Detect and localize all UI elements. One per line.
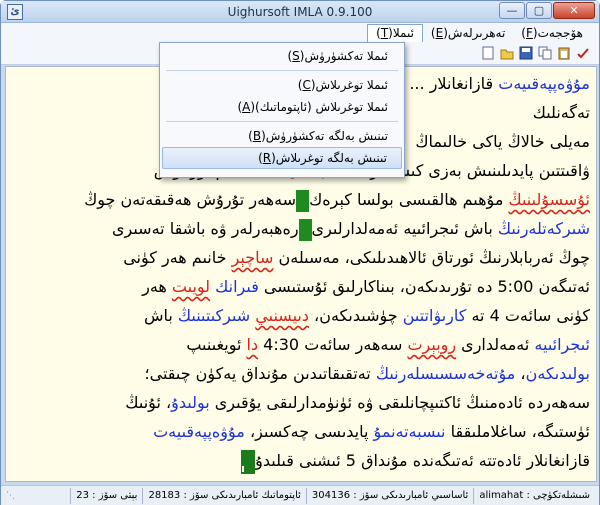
- menu-file-key: F: [525, 26, 533, 40]
- text-run: سەھەر سائەت 4:30: [258, 335, 408, 354]
- text-run: كۈنى سائەت 4 تە: [466, 306, 590, 325]
- dropdown-item-label: ئىملا توغرىلاش: [315, 78, 388, 92]
- highlighted-word[interactable]: كارىۋاتتىن: [403, 306, 467, 325]
- misspelled-word[interactable]: ئۇسسۇلىنىڭ: [508, 190, 590, 209]
- status-main-dict: ئاساسىي ئامبارىدىكى سۆز : 304136: [305, 487, 473, 504]
- text-run: ئۈستىگە، ساغلاملىققا: [445, 422, 590, 441]
- text-run: باش: [143, 306, 178, 325]
- text-run: تەگەنلىك: [532, 103, 590, 122]
- menu-file[interactable]: ھۆججەت(F): [513, 24, 591, 42]
- highlighted-word[interactable]: شىركەتلەرنىڭ: [498, 219, 590, 238]
- text-run: باش ئىجرائىيە ئەمەلدارلىرى: [311, 219, 498, 238]
- status-user: شىشلەتكۈچى : alimahat: [473, 487, 595, 504]
- text-run: ئەتىگەن 5:00 دە تۇرىدىكەن، بىناكارلىق ئۇ…: [258, 277, 590, 296]
- open-folder-icon[interactable]: [499, 45, 515, 61]
- dropdown-item-label: تىنىش بەلگە تەكشۈرۈش: [265, 129, 388, 143]
- window-controls: — ▢ ✕: [499, 2, 595, 19]
- paste-icon[interactable]: [556, 45, 572, 61]
- text-run: پايدىسى چەكسىز،: [244, 422, 374, 441]
- text-run: ئەمەلدارى: [456, 335, 535, 354]
- text-run: قازانغانلار ...: [409, 74, 499, 93]
- punctuation-marker[interactable]: [298, 218, 312, 241]
- text-run: قازانغانلار ئادەتتە ئەتىگەندە مۇنداق 5 ئ…: [255, 451, 590, 470]
- spelling-menu-dropdown: ئىملا تەكشۈرۈش(S) ئىملا توغرىلاش(C) ئىملا …: [159, 42, 405, 178]
- status-page-words: بېتى سۆز : 23: [70, 487, 142, 504]
- close-button[interactable]: ✕: [553, 2, 595, 19]
- status-auto-dict-label: ئاپتوماتىك ئامبارىدىكى سۆز: [190, 489, 301, 501]
- highlighted-word[interactable]: مۇۋەپپەقىيەت: [153, 422, 245, 441]
- text-run: چۈشىدىكەن،: [308, 306, 403, 325]
- menu-file-label: ھۆججەت: [537, 26, 583, 40]
- status-main-dict-value: 304136: [311, 489, 351, 501]
- dropdown-item-key: A: [242, 100, 251, 114]
- menu-spelling-key: T: [380, 26, 389, 40]
- highlighted-word[interactable]: مۇتەخەسسىسلەرنىڭ: [376, 364, 515, 383]
- minimize-button[interactable]: —: [499, 2, 525, 19]
- maximize-button[interactable]: ▢: [526, 2, 552, 19]
- misspelled-word[interactable]: دىيسنىي: [255, 306, 309, 325]
- menu-edit-key: E: [435, 26, 444, 40]
- highlighted-word[interactable]: شىركىتىنىڭ: [178, 306, 250, 325]
- menu-bar: ھۆججەت(F) تەھرىرلەش(E) ئىملا(T): [1, 23, 599, 43]
- spellcheck-icon[interactable]: [575, 45, 591, 61]
- resize-grip-icon[interactable]: ⋰: [3, 491, 15, 503]
- dropdown-item-label: ئىملا تەكشۈرۈش: [304, 49, 388, 63]
- text-run: ، ئۇنىڭ: [125, 393, 172, 412]
- text-cursor-marker[interactable]: [241, 449, 256, 474]
- highlighted-word[interactable]: نىسبەتەنمۇ: [374, 422, 446, 441]
- dropdown-separator: [166, 70, 398, 71]
- dropdown-item-label: تىنىش بەلگە توغرىلاش: [275, 151, 387, 165]
- text-run: ،: [515, 364, 526, 383]
- status-bar: شىشلەتكۈچى : alimahat ئاساسىي ئامبارىدىك…: [1, 485, 599, 505]
- text-run: چوڭ ئەربابلارنىڭ ئورتاق ئالاھىدىلىكى، مە…: [273, 248, 591, 267]
- text-run: ئويغىنىپ: [186, 335, 247, 354]
- highlighted-word[interactable]: مۇۋەپپەقىيەت: [498, 74, 590, 93]
- dropdown-item-key: R: [262, 151, 272, 165]
- status-auto-dict: ئاپتوماتىك ئامبارىدىكى سۆز : 28183: [142, 487, 305, 504]
- text-run: تەتقىقاتىدىن مۇنداق يەكۈن چىقتى؛: [144, 364, 376, 383]
- title-bar[interactable]: ئ Uighursoft IMLA 0.9.100 — ▢ ✕: [1, 1, 599, 23]
- text-run: رەھبەرلەر ۋە باشقا تەسىرى: [112, 219, 299, 238]
- text-run: مەيلى خالاڭ ياكى خالىماڭ: [415, 132, 590, 151]
- misspelled-word[interactable]: لويىت: [172, 277, 210, 296]
- text-run: سەھەر تۇرۇش ھەقىقەتەن چوڭ: [84, 190, 297, 209]
- highlighted-word[interactable]: فىرانك: [215, 277, 259, 296]
- status-user-label: شىشلەتكۈچى: [533, 489, 590, 501]
- text-run: ھەر: [142, 277, 172, 296]
- new-file-icon[interactable]: [480, 45, 496, 61]
- text-run: سەھەردە ئادەمنىڭ ئاكتىپچانلىقى ۋە ئۈنۈمد…: [209, 393, 590, 412]
- status-main-dict-label: ئاساسىي ئامبارىدىكى سۆز: [359, 489, 469, 501]
- dropdown-item-a[interactable]: ئىملا توغرىلاش (ئاپتوماتىك)(A): [162, 96, 402, 118]
- app-window: ئ Uighursoft IMLA 0.9.100 — ▢ ✕ ھۆججەت(F…: [0, 0, 600, 505]
- status-page-words-value: 23: [76, 489, 89, 501]
- status-auto-dict-value: 28183: [148, 489, 181, 501]
- dropdown-item-key: B: [252, 129, 262, 143]
- dropdown-item-s[interactable]: ئىملا تەكشۈرۈش(S): [162, 45, 402, 67]
- dropdown-item-b[interactable]: تىنىش بەلگە تەكشۈرۈش(B): [162, 125, 402, 147]
- menu-spelling[interactable]: ئىملا(T): [367, 24, 423, 42]
- status-user-value: alimahat: [479, 489, 524, 501]
- highlighted-word[interactable]: بولىدىكەن: [526, 364, 590, 383]
- punctuation-marker[interactable]: [296, 189, 310, 212]
- dropdown-item-key: S: [292, 49, 300, 63]
- menu-edit-label: تەھرىرلەش: [447, 26, 506, 40]
- copy-icon[interactable]: [537, 45, 553, 61]
- dropdown-item-label: ئىملا توغرىلاش (ئاپتوماتىك): [255, 100, 388, 114]
- misspelled-word[interactable]: دا: [247, 335, 259, 354]
- dropdown-item-r[interactable]: تىنىش بەلگە توغرىلاش(R): [162, 147, 402, 169]
- dropdown-separator: [166, 121, 398, 122]
- menu-edit[interactable]: تەھرىرلەش(E): [423, 24, 513, 42]
- highlighted-word[interactable]: بولىدۇ: [171, 393, 210, 412]
- text-run: خانىم ھەر كۈنى: [123, 248, 232, 267]
- highlighted-word[interactable]: ئىجرائىيە: [534, 335, 590, 354]
- save-icon[interactable]: [518, 45, 534, 61]
- status-page-words-label: بېتى سۆز: [98, 489, 138, 501]
- dropdown-item-c[interactable]: ئىملا توغرىلاش(C): [162, 74, 402, 96]
- text-run: مۇھىم ھالقىسى بولسا كېرەك: [309, 190, 509, 209]
- misspelled-word[interactable]: روبېرت: [407, 335, 456, 354]
- menu-spelling-label: ئىملا: [392, 26, 414, 40]
- dropdown-item-key: C: [302, 78, 311, 92]
- misspelled-word[interactable]: ساچېر: [232, 248, 274, 267]
